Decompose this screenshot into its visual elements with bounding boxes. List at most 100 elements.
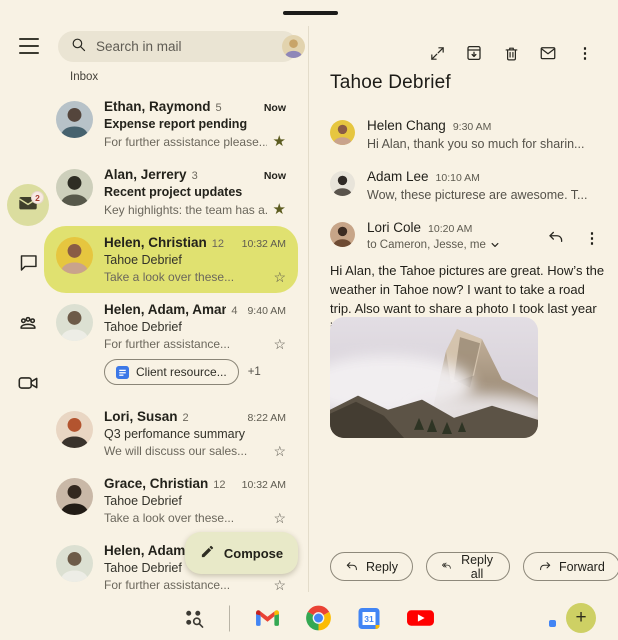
recipients-label: to Cameron, Jesse, me xyxy=(367,239,486,251)
email-subject: Tahoe Debrief xyxy=(104,253,286,267)
email-row[interactable]: Lori, Susan28:22 AM Q3 perfomance summar… xyxy=(44,400,298,467)
star-icon[interactable]: ★ xyxy=(273,202,286,217)
star-icon[interactable]: ☆ xyxy=(273,578,286,592)
sender-names: Grace, Christian xyxy=(104,476,208,491)
email-row[interactable]: Helen, Adam, Amanda49:40 AM Tahoe Debrie… xyxy=(44,293,298,394)
message-sender: Helen Chang xyxy=(367,118,446,133)
star-icon[interactable]: ☆ xyxy=(273,270,286,284)
email-row[interactable]: Grace, Christian1210:32 AM Tahoe Debrief… xyxy=(44,467,298,534)
app-grid-search-icon xyxy=(183,608,204,629)
pencil-icon xyxy=(200,544,215,562)
menu-icon[interactable] xyxy=(19,38,39,54)
message-more-button[interactable]: ⋮ xyxy=(582,228,602,248)
reply-label: Reply xyxy=(366,560,398,574)
nav-meet-button[interactable] xyxy=(7,364,49,406)
message-sender: Lori Cole xyxy=(367,220,421,235)
message-sender: Adam Lee xyxy=(367,169,429,184)
chevron-down-icon xyxy=(490,240,500,250)
email-time: Now xyxy=(264,102,286,114)
search-bar[interactable] xyxy=(58,31,298,62)
sender-avatar xyxy=(56,101,93,138)
email-subject: Tahoe Debrief xyxy=(104,494,286,508)
email-subject: Expense report pending xyxy=(104,117,286,131)
email-snippet: Key highlights: the team has a... xyxy=(104,203,267,217)
star-icon[interactable]: ★ xyxy=(273,134,286,149)
more-attachments-count[interactable]: +1 xyxy=(248,366,261,378)
sender-names: Lori, Susan xyxy=(104,409,178,424)
message-collapsed[interactable]: Adam Lee10:10 AM Wow, these picturese ar… xyxy=(330,161,602,212)
star-icon[interactable]: ☆ xyxy=(273,337,286,351)
sender-avatar xyxy=(56,478,93,515)
reply-all-arrow-icon xyxy=(441,559,452,574)
expand-button[interactable] xyxy=(427,43,447,63)
archive-button[interactable] xyxy=(464,43,484,63)
email-row-selected[interactable]: Helen, Christian1210:32 AM Tahoe Debrief… xyxy=(44,226,298,293)
sender-names: Alan, Jerrery xyxy=(104,167,187,182)
message-time: 9:30 AM xyxy=(453,121,492,133)
thread-count: 4 xyxy=(231,305,237,317)
reply-button[interactable] xyxy=(546,228,566,248)
notification-badge xyxy=(548,619,557,628)
calendar-day-number: 31 xyxy=(364,614,374,624)
thread-count: 5 xyxy=(216,102,222,114)
thread-toolbar: ⋮ xyxy=(427,43,595,63)
email-snippet: Take a look over these... xyxy=(104,270,267,284)
recipients-toggle[interactable]: to Cameron, Jesse, me xyxy=(367,239,534,251)
reply-all-pill-button[interactable]: Reply all xyxy=(426,552,510,581)
star-icon[interactable]: ☆ xyxy=(273,511,286,525)
envelope-icon xyxy=(539,44,557,62)
gmail-icon xyxy=(255,609,280,628)
calendar-shortcut[interactable]: 31 xyxy=(357,606,381,630)
nav-mail-button[interactable]: 2 xyxy=(7,184,49,226)
sender-avatar xyxy=(56,237,93,274)
search-input[interactable] xyxy=(96,39,273,54)
more-options-button[interactable]: ⋮ xyxy=(575,43,595,63)
email-row[interactable]: Alan, Jerrery3Now Recent project updates… xyxy=(44,158,298,226)
sender-names: Helen, Christian xyxy=(104,235,207,250)
chrome-shortcut[interactable] xyxy=(305,605,332,632)
gmail-shortcut[interactable] xyxy=(255,609,280,628)
unread-badge: 2 xyxy=(31,191,44,204)
account-avatar[interactable] xyxy=(282,35,305,58)
nav-chat-button[interactable] xyxy=(7,244,49,286)
email-row[interactable]: Ethan, Raymond 5 Now Expense report pendin… xyxy=(44,90,298,158)
message-avatar xyxy=(330,120,355,145)
message-list: Helen Chang 9:30 AM Hi Alan, thank you so… xyxy=(330,110,602,261)
message-snippet: Wow, these picturese are awesome. T... xyxy=(367,188,602,202)
document-icon xyxy=(116,366,129,379)
youtube-shortcut[interactable] xyxy=(406,604,435,633)
new-window-plus-button[interactable]: + xyxy=(566,603,596,633)
sender-names: Ethan, Raymond xyxy=(104,99,211,114)
chat-icon xyxy=(18,252,39,278)
message-collapsed[interactable]: Helen Chang 9:30 AM Hi Alan, thank you so… xyxy=(330,110,602,161)
message-expanded[interactable]: Lori Cole10:20 AM to Cameron, Jesse, me … xyxy=(330,212,602,261)
message-time: 10:20 AM xyxy=(428,223,472,235)
compose-button[interactable]: Compose xyxy=(185,532,298,574)
delete-button[interactable] xyxy=(501,43,521,63)
star-icon[interactable]: ☆ xyxy=(273,444,286,458)
email-time: 8:22 AM xyxy=(247,412,286,424)
reply-actions: Reply Reply all Forward xyxy=(330,552,618,581)
message-snippet: Hi Alan, thank you so much for sharin... xyxy=(367,137,602,151)
reading-pane: ⋮ Tahoe Debrief Helen Chang9:30 AM Hi Al… xyxy=(309,0,618,600)
email-time: 10:32 AM xyxy=(242,479,286,491)
trash-icon xyxy=(503,45,520,62)
chrome-icon xyxy=(305,605,332,632)
mark-unread-button[interactable] xyxy=(538,43,558,63)
app-grid-search-button[interactable] xyxy=(183,608,204,629)
email-snippet: For further assistance... xyxy=(104,578,267,592)
inbox-section-label: Inbox xyxy=(70,71,98,83)
reply-pill-button[interactable]: Reply xyxy=(330,552,413,581)
sender-avatar xyxy=(56,411,93,448)
email-subject: Tahoe Debrief xyxy=(104,320,286,334)
reply-arrow-icon xyxy=(345,560,359,574)
thread-count: 12 xyxy=(212,238,224,250)
thread-count: 3 xyxy=(192,170,198,182)
attachment-chip[interactable]: Client resource... xyxy=(104,359,239,385)
forward-label: Forward xyxy=(559,560,605,574)
forward-pill-button[interactable]: Forward xyxy=(523,552,618,581)
calendar-icon: 31 xyxy=(357,606,381,630)
nav-spaces-button[interactable] xyxy=(7,304,49,346)
compose-label: Compose xyxy=(224,546,283,561)
photo-attachment[interactable] xyxy=(330,317,538,438)
